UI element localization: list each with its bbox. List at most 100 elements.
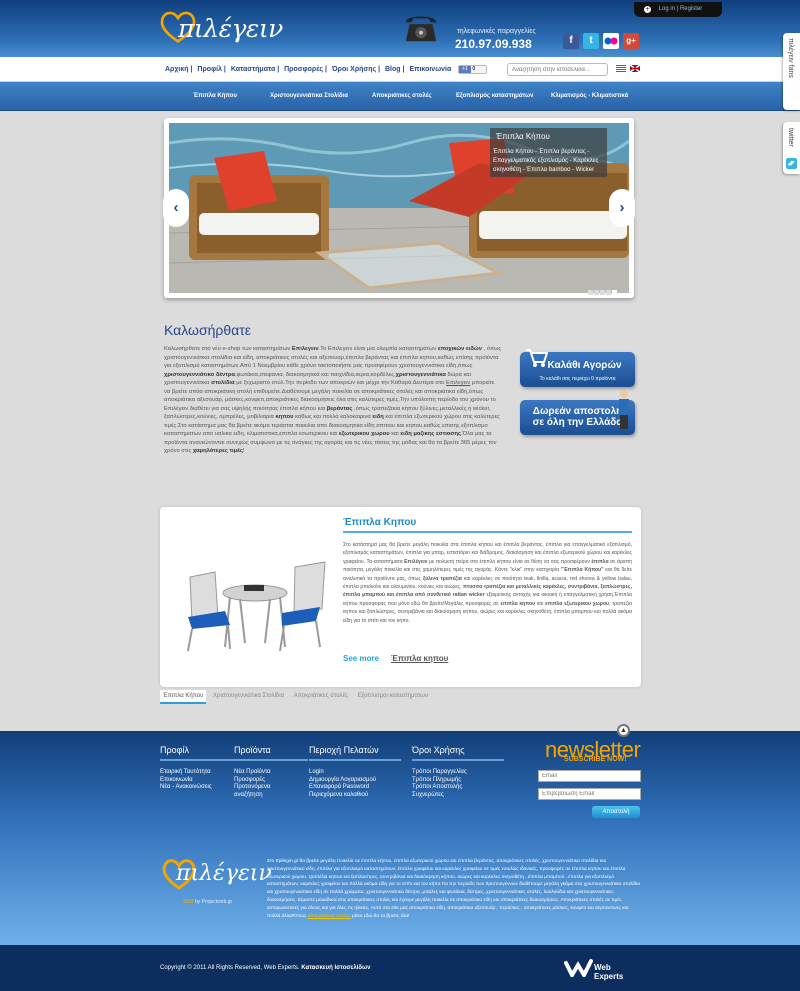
cat-christmas[interactable]: Χριστουγεννιάτικα Στολίδια [270,93,348,99]
featured-tabs: Έπιπλα Κήπου Χριστουγεννιάτικα Στολίδια … [160,690,433,704]
chevron-right-icon: › [619,199,625,216]
arrow-up-icon: ▲ [620,727,627,734]
slider-pagination [588,288,618,297]
nav-contact[interactable]: Επικοινωνία [409,66,451,73]
uk-flag-icon[interactable] [630,65,641,72]
nav-offers[interactable]: Προσφορές [284,66,323,73]
seo-credit[interactable]: SEO by Projectweb.gr [183,899,232,905]
footer-link[interactable]: αναζήτηση [234,792,308,800]
slide-caption-title: Έπιπλα Κήπου [496,132,550,141]
bistro-set-image[interactable] [170,547,335,652]
see-more-link[interactable]: See more [343,654,379,663]
nav-home[interactable]: Αρχική [165,66,189,73]
twitter-side-tab[interactable]: twitter [783,122,800,174]
bottom-bar: Copyright © 2011 All Rights Reserved, We… [0,945,800,991]
footer-link[interactable]: Νέα - Ανακοινώσεις [160,784,234,792]
cart-title: Καλάθι Αγορών [547,360,622,371]
footer-about-text: Στο Epilegin.gr θα βρείτε μεγάλη ποικιλί… [267,859,640,919]
web-experts-logo[interactable]: Web Experts [564,957,642,981]
fans-side-tab[interactable]: πιλέγειν fans [783,33,800,110]
footer-col-terms: Όροι Χρήσης Τρόποι Παραγγελίας Τρόποι Πλ… [412,745,504,799]
delivery-man-icon [619,390,629,429]
footer-link[interactable]: Προσφορές [234,777,308,785]
web-experts-mark-icon [564,959,593,977]
slider-prev-button[interactable]: ‹ [163,189,189,227]
free-shipping-box[interactable]: Δωρεάν αποστολή σε όλη την Ελλάδα [520,390,635,435]
logo[interactable]: πιλέγειν [160,6,300,52]
twitter-bird-icon [786,158,797,169]
twitter-icon[interactable]: t [583,33,599,49]
nav-terms[interactable]: Όροι Χρήσης [332,66,376,73]
footer-col-products: Προϊόντα Νέα Προϊόντα Προσφορές Προτεινό… [234,745,308,799]
featured-divider [343,531,632,533]
welcome-title: Καλωσήρθατε [164,322,252,338]
search-input[interactable] [507,63,608,76]
footer-link[interactable]: Επαναφορά Password [309,784,401,792]
tab-store-equipment[interactable]: Εξοπλισμοι καταστηματων [355,690,431,702]
tab-garden-furniture[interactable]: Έπιπλα Κήπου [160,690,207,704]
fans-tab-label: πιλέγειν fans [787,38,794,78]
flickr-icon[interactable] [603,33,619,49]
cat-carnival[interactable]: Αποκριάτικες στολές [372,93,432,99]
footer-link[interactable]: Τρόποι Παραγγελίας [412,769,504,777]
nav-profile[interactable]: Προφίλ [197,66,222,73]
slide-dot[interactable] [600,290,605,295]
twitter-tab-label: twitter [787,128,794,147]
newsletter-email-input[interactable] [538,770,641,782]
nav-blog[interactable]: Blog [385,66,401,73]
shopping-cart-box[interactable]: Καλάθι Αγορών Το καλάθι σας περιέχει 0 π… [520,349,635,387]
footer-col-customers: Περιοχή Πελατών Login Δημιουργία Λογαρια… [309,745,401,799]
slider-next-button[interactable]: › [609,189,635,227]
slide-caption: Έπιπλα Κήπου Έπιπλα Κήπου - Έπιπλα βεράν… [490,128,607,177]
plus-one-button[interactable]: +1 0 [458,65,487,74]
register-link[interactable]: Register [680,6,702,12]
featured-text: Στο κατάστημα μας θα βρείτε μεγάλη ποικι… [343,542,633,624]
footer-col-title: Προφίλ [160,745,234,761]
footer-link[interactable]: Δημιουργία Λογαριασμού [309,777,401,785]
footer-link[interactable]: Προτεινόμενα [234,784,308,792]
footer-link[interactable]: Επικοινωνία [160,777,234,785]
google-plus-icon[interactable]: g+ [623,33,639,49]
footer-logo[interactable]: πιλέγειν [162,855,272,891]
newsletter-submit-button[interactable]: Αποστολή [592,806,640,818]
welcome-link[interactable]: Επιλεγειν [446,380,470,386]
web-experts-text: Web Experts [594,963,624,981]
footer-link[interactable]: Νέα Προϊόντα [234,769,308,777]
welcome-text: Καλωσήρθατε στο νέο e-shop των καταστημά… [164,346,502,454]
cat-garden-furniture[interactable]: Έπιπλα Κήπου [193,93,237,99]
scroll-top-button[interactable]: ▲ [617,724,630,737]
plus-one-label: +1 [459,66,471,73]
footer-col-title: Προϊόντα [234,745,308,761]
phone-number[interactable]: 210.97.09.938 [455,37,532,51]
slide-dot[interactable] [594,290,599,295]
cat-air-conditioning[interactable]: Κλιματισμός - Κλιματιστικά [551,93,628,99]
cat-store-equipment[interactable]: Εξοπλισμός καταστημάτων [456,93,533,99]
nav-stores[interactable]: Καταστήματα [231,66,275,73]
newsletter-email-confirm-input[interactable] [538,788,641,800]
footer-link[interactable]: Login [309,769,401,777]
tab-christmas[interactable]: Χριστουγεννιάτικα Στολίδια [210,690,287,702]
login-bar: + Log in | Register [634,2,722,17]
footer-link[interactable]: Περιεχόμενα καλαθιού [309,792,401,800]
featured-category-box: Έπιπλα Κηπου Στο κατάστημα μας θα βρείτε… [160,507,641,687]
footer-link[interactable]: Τρόποι Πληρωμής [412,777,504,785]
slide-caption-text: Έπιπλα Κήπου - Έπιπλα βεράντας - Επαγγελ… [493,149,599,173]
slide-dot[interactable] [588,290,593,295]
about-link[interactable]: αποκριάτικες στολές [308,914,351,919]
footer-logo-text: πιλέγειν [176,861,272,886]
login-link[interactable]: Log in [659,6,675,12]
facebook-icon[interactable]: f [563,33,579,49]
tab-carnival[interactable]: Αποκριάτικες στολές [291,690,351,702]
footer-link[interactable]: Εταιρική Ταυτότητα [160,769,234,777]
copyright-link[interactable]: Κατασκευή Ιστοσελίδων [301,965,370,971]
footer-link[interactable]: Συχνερώτες [412,792,504,800]
greek-flag-icon[interactable] [616,65,626,72]
slide-dot-active[interactable] [612,290,617,295]
cart-icon [526,349,548,367]
footer-link[interactable]: Τρόποι Αποστολής [412,784,504,792]
newsletter-subtitle: SUBSCRIBE NOW! [564,756,627,763]
top-nav-links: Αρχική | Προφίλ | Καταστήματα | Προσφορέ… [165,66,452,73]
chevron-left-icon: ‹ [173,199,179,216]
slide-dot[interactable] [606,290,611,295]
featured-category-link[interactable]: Έπιπλα κηπου [391,654,448,663]
